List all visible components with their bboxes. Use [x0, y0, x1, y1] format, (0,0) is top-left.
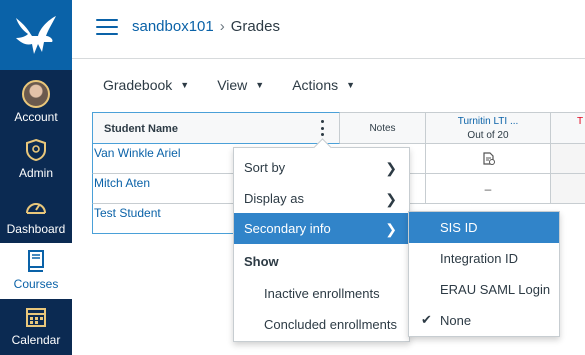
- next-assignment-title-fragment: T: [577, 116, 584, 127]
- notes-column-header[interactable]: Notes: [340, 112, 426, 144]
- menu-item-sort-by[interactable]: Sort by ❯: [234, 152, 409, 183]
- menu-item-concluded-enrollments[interactable]: Concluded enrollments: [234, 309, 409, 340]
- breadcrumb: sandbox101 › Grades: [132, 18, 280, 35]
- hamburger-menu-icon[interactable]: [96, 19, 118, 35]
- nav-calendar[interactable]: Calendar: [0, 299, 72, 355]
- submenu-item-label: SIS ID: [440, 220, 478, 235]
- calendar-icon: [22, 303, 50, 331]
- submenu-item-label: ERAU SAML Login: [440, 282, 551, 297]
- chevron-right-icon: ❯: [385, 160, 397, 176]
- menu-item-display-as[interactable]: Display as ❯: [234, 183, 409, 214]
- gradebook-menu-label: Gradebook: [103, 77, 173, 93]
- submenu-item-none[interactable]: ✔ None: [409, 305, 559, 336]
- submenu-item-label: None: [440, 313, 472, 328]
- chevron-right-icon: ❯: [385, 221, 397, 237]
- next-assignment-column-header[interactable]: T: [551, 112, 585, 144]
- assignment-points: Out of 20: [467, 130, 509, 141]
- breadcrumb-separator: ›: [219, 18, 225, 35]
- header-divider: [72, 58, 585, 59]
- nav-account[interactable]: Account: [0, 76, 72, 132]
- menu-item-label: Secondary info: [244, 221, 331, 236]
- eagle-logo-icon: [16, 16, 56, 54]
- column-options-menu: Sort by ❯ Display as ❯ Secondary info ❯ …: [233, 147, 410, 342]
- menu-item-inactive-enrollments[interactable]: Inactive enrollments: [234, 278, 409, 309]
- caret-down-icon: ▼: [180, 80, 190, 90]
- assignment-column-header[interactable]: Turnitin LTI ... Out of 20: [426, 112, 551, 144]
- menu-item-secondary-info[interactable]: Secondary info ❯: [234, 213, 409, 244]
- nav-courses-label: Courses: [13, 277, 59, 291]
- menu-item-label: Inactive enrollments: [264, 286, 380, 301]
- dashboard-icon: [22, 192, 50, 220]
- submenu-item-integration-id[interactable]: Integration ID: [409, 243, 559, 274]
- menu-item-label: Display as: [244, 191, 304, 206]
- nav-dashboard[interactable]: Dashboard: [0, 188, 72, 244]
- score-cell[interactable]: –: [426, 174, 551, 204]
- menu-heading-label: Show: [244, 254, 279, 269]
- score-cell[interactable]: [426, 144, 564, 174]
- submenu-item-erau-saml-login[interactable]: ERAU SAML Login: [409, 274, 559, 305]
- secondary-info-submenu: SIS ID Integration ID ERAU SAML Login ✔ …: [408, 211, 560, 337]
- column-options-kebab-icon[interactable]: [319, 120, 325, 136]
- actions-menu-label: Actions: [292, 77, 339, 93]
- next-score-cell[interactable]: [551, 174, 585, 204]
- breadcrumb-current-page: Grades: [230, 18, 280, 35]
- nav-account-label: Account: [14, 110, 58, 124]
- nav-admin[interactable]: Admin: [0, 132, 72, 188]
- gradebook-toolbar: Gradebook ▼ View ▼ Actions ▼: [103, 77, 383, 93]
- caret-down-icon: ▼: [346, 80, 356, 90]
- eagle-logo[interactable]: [0, 0, 72, 70]
- shield-icon: [22, 136, 50, 164]
- view-menu-button[interactable]: View ▼: [217, 77, 264, 93]
- chevron-right-icon: ❯: [385, 191, 397, 207]
- submenu-item-sis-id[interactable]: SIS ID: [409, 212, 559, 243]
- menu-item-label: Sort by: [244, 160, 286, 175]
- menu-item-label: Concluded enrollments: [264, 317, 397, 332]
- submenu-item-label: Integration ID: [440, 251, 519, 266]
- assignment-title-link[interactable]: Turnitin LTI ...: [426, 116, 550, 127]
- notes-header-label: Notes: [369, 123, 396, 134]
- gradebook-menu-button[interactable]: Gradebook ▼: [103, 77, 189, 93]
- menu-heading-show: Show: [234, 246, 409, 277]
- submission-document-icon: [483, 152, 495, 165]
- global-navigation: Account Admin Dashboard Courses Calendar: [0, 0, 72, 355]
- student-name-column-header[interactable]: Student Name: [92, 112, 340, 144]
- nav-courses[interactable]: Courses: [0, 243, 72, 299]
- nav-dashboard-label: Dashboard: [6, 222, 66, 236]
- nav-calendar-label: Calendar: [11, 333, 61, 347]
- next-score-cell[interactable]: [551, 144, 585, 174]
- breadcrumb-course-link[interactable]: sandbox101: [132, 18, 214, 35]
- view-menu-label: View: [217, 77, 248, 93]
- caret-down-icon: ▼: [255, 80, 265, 90]
- checkmark-icon: ✔: [421, 312, 432, 327]
- nav-admin-label: Admin: [18, 166, 53, 180]
- avatar: [22, 80, 50, 108]
- student-name-header-label: Student Name: [104, 123, 178, 135]
- canvas-gradebook-screen: Account Admin Dashboard Courses Calendar: [0, 0, 585, 355]
- book-icon: [22, 247, 50, 275]
- actions-menu-button[interactable]: Actions ▼: [292, 77, 355, 93]
